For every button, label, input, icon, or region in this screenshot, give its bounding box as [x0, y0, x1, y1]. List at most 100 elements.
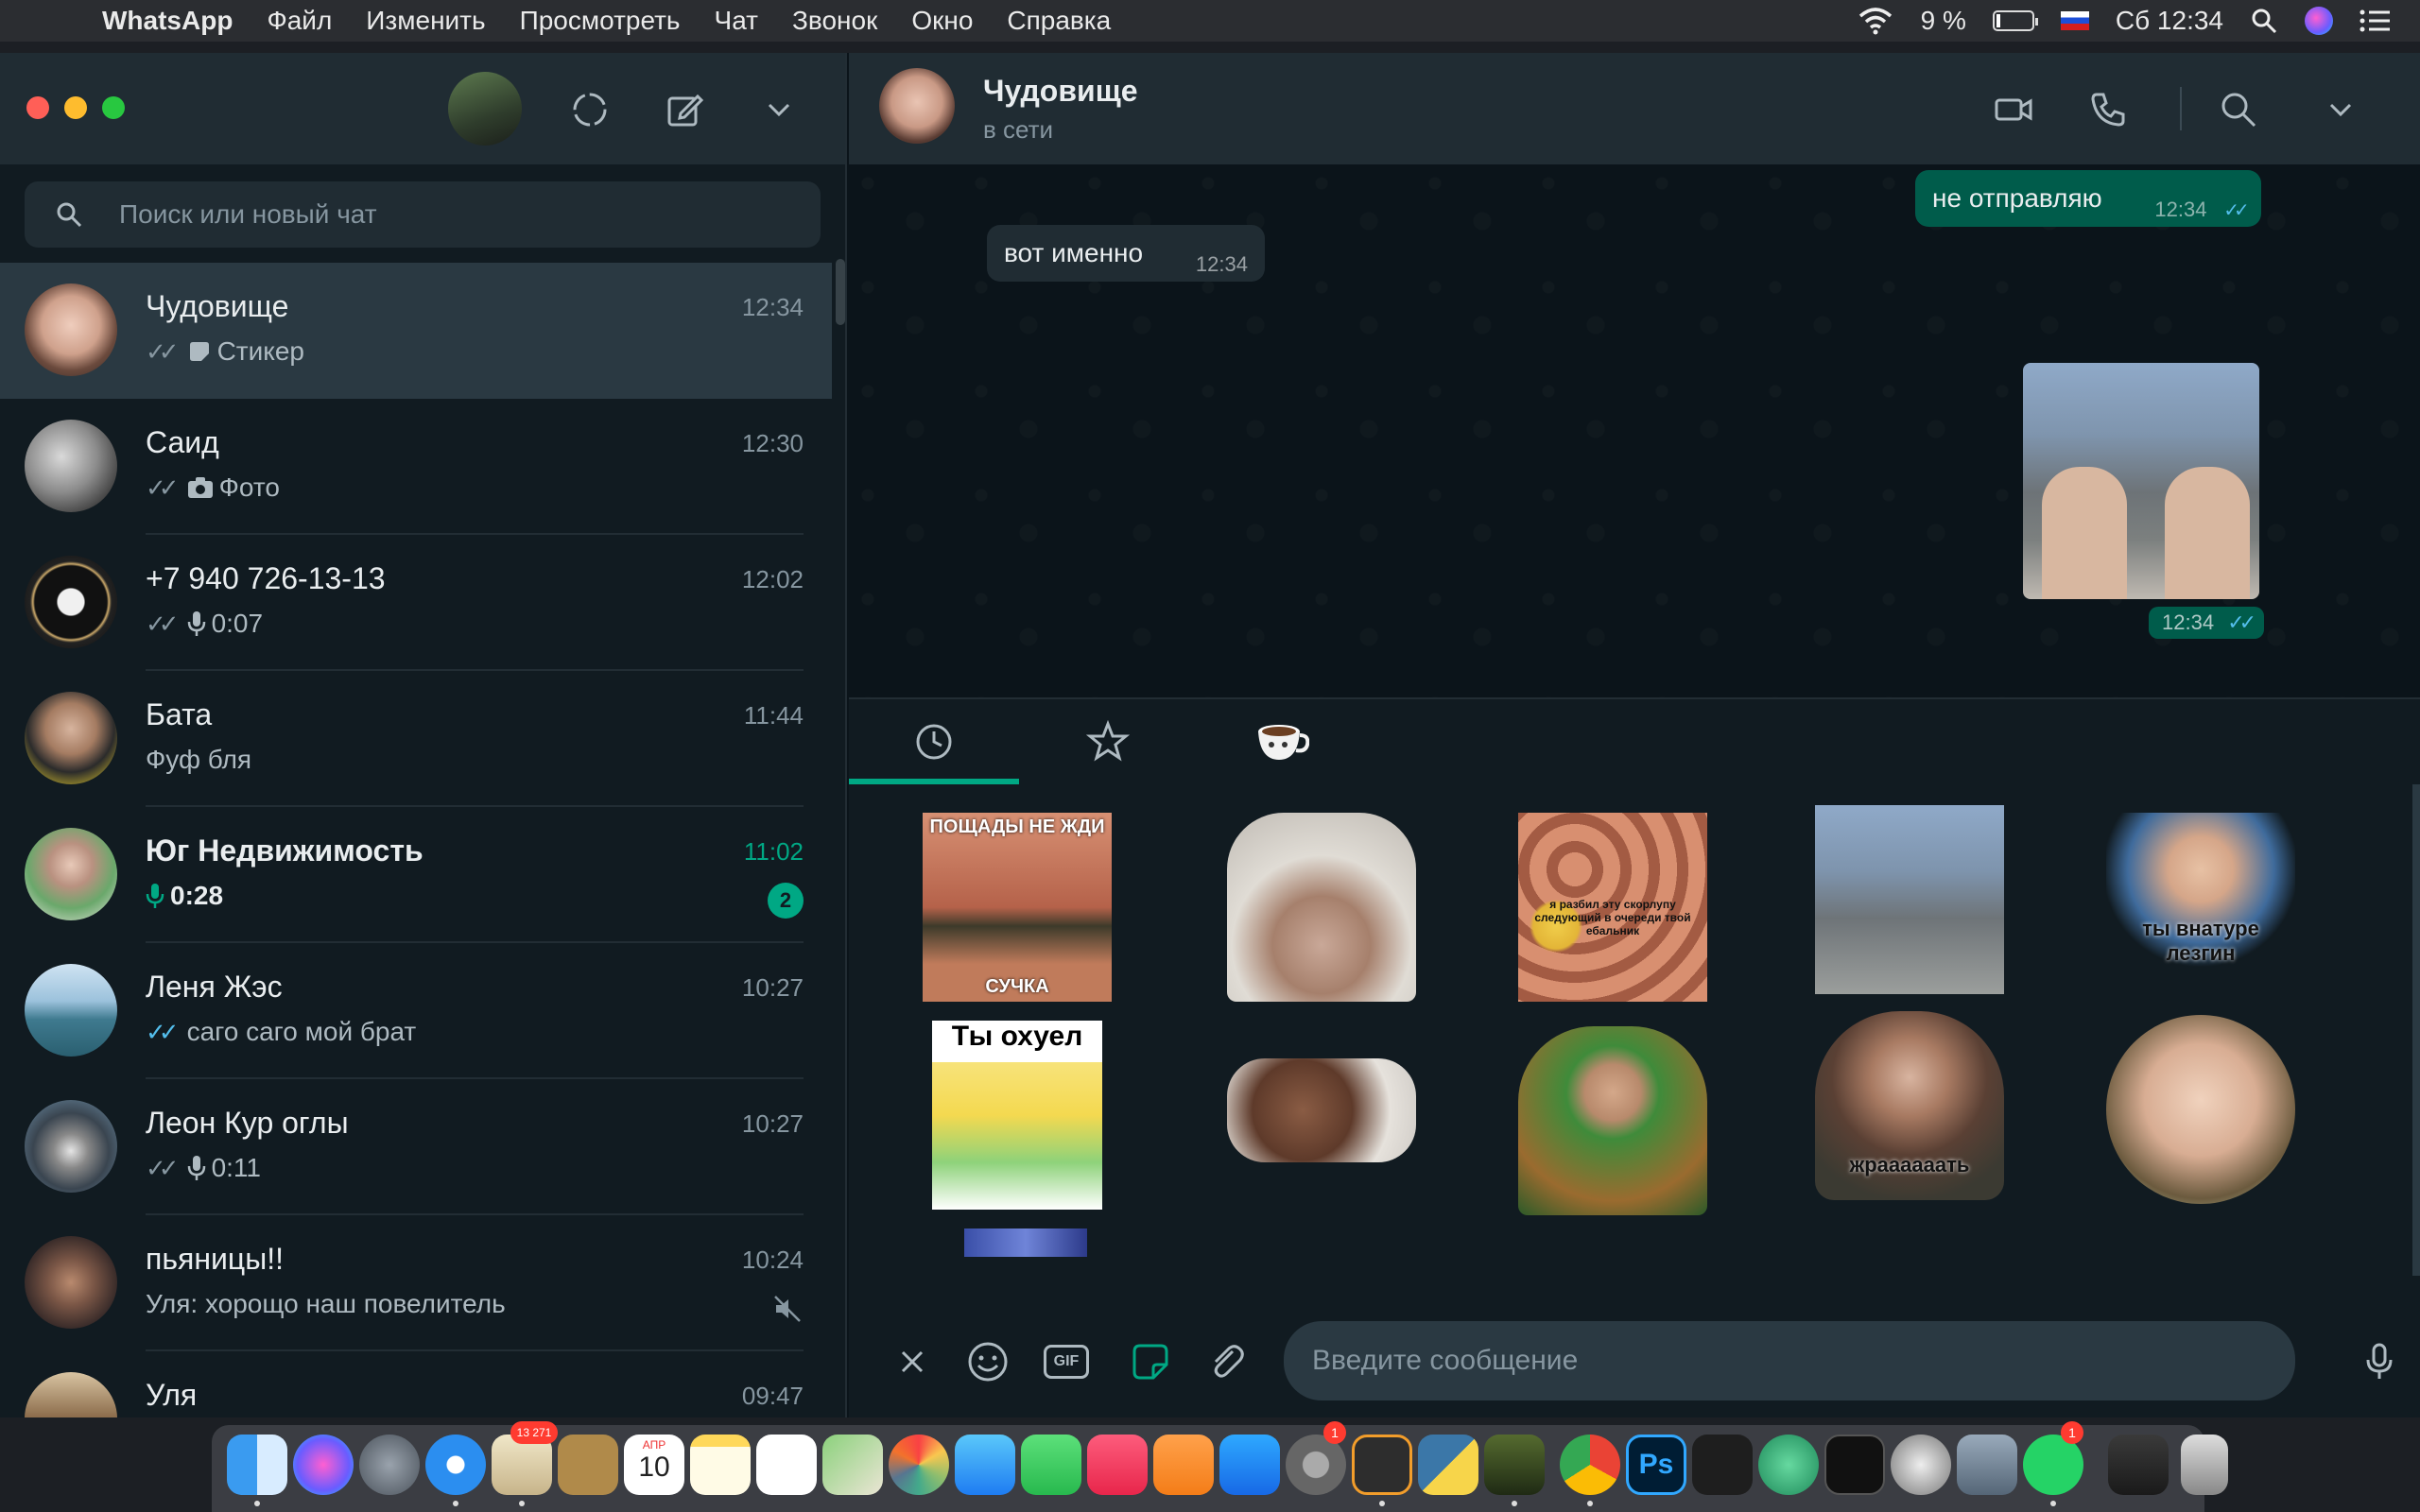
photos-icon[interactable] [889, 1435, 949, 1495]
menu-edit[interactable]: Изменить [366, 6, 485, 36]
sticker-item[interactable] [1815, 805, 2004, 994]
chat-item-lenya-zhes[interactable]: Леня Жэс 10:27 ✓✓ саго саго мой брат [0, 943, 832, 1079]
terminal-icon[interactable] [1824, 1435, 1885, 1495]
menu-chat[interactable]: Чат [715, 6, 758, 36]
menubar-clock[interactable]: Сб 12:34 [2116, 6, 2223, 36]
message-composer: GIF Введите сообщение [849, 1304, 2420, 1418]
contacts-icon[interactable] [558, 1435, 618, 1495]
notes-icon[interactable] [690, 1435, 751, 1495]
my-profile-avatar[interactable] [448, 72, 522, 146]
reminders-icon[interactable] [756, 1435, 817, 1495]
sticker-item[interactable] [1518, 1026, 1707, 1215]
finder-icon[interactable] [227, 1435, 287, 1495]
calendar-icon[interactable]: АПР 10 [624, 1435, 684, 1495]
tab-sticker-pack[interactable] [1197, 699, 1367, 784]
chat-item-pyanitsy[interactable]: пьяницы!! 10:24 Уля: хорощо наш повелите… [0, 1215, 832, 1351]
books-icon[interactable] [1153, 1435, 1214, 1495]
chat-item-yug-nedvizhimost[interactable]: Юг Недвижимость 11:02 0:28 2 [0, 807, 832, 943]
sticker-item[interactable] [2106, 1015, 2295, 1204]
tab-recent-stickers[interactable] [849, 699, 1019, 784]
menu-window[interactable]: Окно [911, 6, 973, 36]
atom-icon[interactable] [1758, 1435, 1819, 1495]
launchpad-icon[interactable] [359, 1435, 420, 1495]
messages-icon[interactable] [955, 1435, 1015, 1495]
chat-item-leon-kur-ogly[interactable]: Леон Кур оглы 10:27 ✓✓ 0:11 [0, 1079, 832, 1215]
gif-button[interactable]: GIF [1044, 1345, 1089, 1379]
search-icon[interactable] [2218, 89, 2259, 130]
sticker-item[interactable] [1227, 1058, 1416, 1162]
mic-icon [187, 611, 205, 636]
video-call-icon[interactable] [1993, 89, 2034, 130]
sidebar-scrollbar[interactable] [836, 259, 845, 325]
status-icon[interactable] [569, 89, 611, 130]
python-icon[interactable] [1418, 1435, 1478, 1495]
tab-favorite-stickers[interactable] [1023, 699, 1193, 784]
menu-help[interactable]: Справка [1007, 6, 1111, 36]
preview-icon[interactable] [1957, 1435, 2017, 1495]
zoom-window-button[interactable] [102, 96, 125, 119]
parallels-icon[interactable] [1891, 1435, 1951, 1495]
attach-icon[interactable] [1204, 1340, 1248, 1383]
chrome-icon[interactable] [1560, 1435, 1620, 1495]
sticker-icon[interactable] [1129, 1340, 1172, 1383]
conversation-header[interactable]: Чудовище в сети [849, 53, 2420, 164]
figma-icon[interactable] [1692, 1435, 1753, 1495]
new-chat-icon[interactable] [664, 89, 705, 130]
app-store-icon[interactable] [1219, 1435, 1280, 1495]
sticker-item[interactable]: Ты охуел [932, 1021, 1102, 1210]
menu-call[interactable]: Звонок [792, 6, 877, 36]
menu-app-name[interactable]: WhatsApp [102, 6, 233, 36]
spotlight-search-icon[interactable] [2250, 7, 2278, 35]
wifi-icon[interactable] [1857, 7, 1894, 35]
voice-call-icon[interactable] [2087, 89, 2129, 130]
chat-time: 12:02 [741, 565, 804, 593]
sticker-message[interactable] [2023, 363, 2259, 599]
menu-file[interactable]: Файл [267, 6, 332, 36]
chat-item-chudovishche[interactable]: Чудовище 12:34 ✓✓ Стикер [0, 263, 832, 399]
maps-icon[interactable] [822, 1435, 883, 1495]
control-center-icon[interactable] [2360, 9, 2392, 33]
chevron-down-icon[interactable] [758, 89, 800, 130]
siri-icon[interactable] [293, 1435, 354, 1495]
chat-item-said[interactable]: Саид 12:30 ✓✓ Фото [0, 399, 832, 535]
chat-item-ulya[interactable]: Уля 09:47 [0, 1351, 832, 1418]
message-outgoing[interactable]: не отправляю 12:34 ✓✓ [1915, 170, 2261, 227]
search-input[interactable]: Поиск или новый чат [25, 181, 821, 248]
music-icon[interactable] [1087, 1435, 1148, 1495]
sticker-item[interactable]: ПОЩАДЫ НЕ ЖДИ СУЧКА [923, 813, 1112, 1002]
close-window-button[interactable] [26, 96, 49, 119]
sticker-item[interactable] [964, 1228, 1087, 1257]
chat-item-phone-number[interactable]: +7 940 726-13-13 12:02 ✓✓ 0:07 [0, 535, 832, 671]
message-area[interactable]: не отправляю 12:34 ✓✓ вот именно 12:34 1… [849, 164, 2420, 697]
minimize-window-button[interactable] [64, 96, 87, 119]
chat-preview: Уля: хорощо наш повелитель [146, 1289, 506, 1319]
contact-avatar[interactable] [879, 68, 955, 144]
coffee-cup-icon [1258, 725, 1309, 760]
input-source-flag-icon[interactable] [2060, 11, 2089, 30]
call-of-duty-icon[interactable] [1484, 1435, 1545, 1495]
photoshop-icon[interactable]: Ps [1626, 1435, 1686, 1495]
chevron-down-icon[interactable] [2320, 89, 2361, 130]
siri-icon[interactable] [2305, 7, 2333, 35]
emoji-icon[interactable] [966, 1340, 1010, 1383]
facetime-icon[interactable] [1021, 1435, 1081, 1495]
message-input[interactable]: Введите сообщение [1284, 1321, 2295, 1400]
microphone-icon[interactable] [2358, 1340, 2401, 1383]
chat-item-bata[interactable]: Бата 11:44 Фуф бля [0, 671, 832, 807]
trash-icon[interactable] [2181, 1435, 2228, 1495]
sticker-caption: ты внатуре лезгин [2142, 917, 2259, 965]
sticker-item[interactable]: ты внатуре лезгин [2106, 813, 2295, 1002]
battery-icon[interactable] [1992, 10, 2038, 31]
sublime-text-icon[interactable] [1352, 1435, 1412, 1495]
sticker-panel-scrollbar[interactable] [2412, 784, 2420, 1276]
sticker-item[interactable]: я разбил эту скорлупу следующий в очеред… [1518, 813, 1707, 1002]
menu-view[interactable]: Просмотреть [520, 6, 681, 36]
chat-name: Юг Недвижимость [146, 833, 424, 868]
sticker-item[interactable] [1227, 813, 1416, 1002]
contact-name[interactable]: Чудовище [983, 74, 1137, 109]
message-incoming[interactable]: вот именно 12:34 [987, 225, 1265, 282]
close-icon[interactable] [890, 1340, 934, 1383]
sticker-item[interactable]: жраааааать [1815, 1011, 2004, 1200]
downloads-stack-icon[interactable] [2108, 1435, 2169, 1495]
safari-icon[interactable] [425, 1435, 486, 1495]
